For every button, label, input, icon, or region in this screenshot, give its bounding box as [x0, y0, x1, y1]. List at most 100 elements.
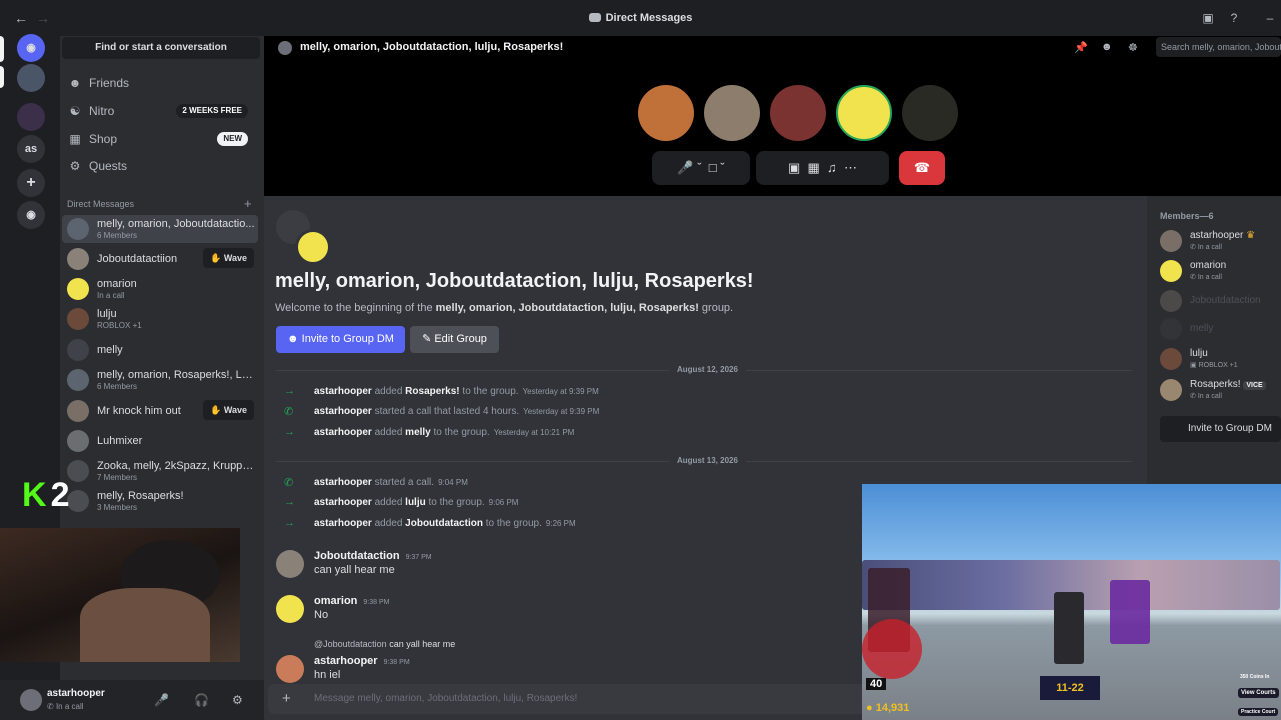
member-list-icon[interactable]: ☸ — [1128, 41, 1138, 54]
game-side-text: 350 Coins In — [1240, 674, 1270, 680]
phone-icon: ✆ — [1190, 274, 1198, 281]
coin-icon: ● — [866, 702, 876, 714]
member-item[interactable]: melly — [1158, 315, 1281, 343]
practice-court-button[interactable]: Practice Court — [1238, 708, 1279, 716]
member-item[interactable]: Rosaperks! VICE ✆ In a call — [1158, 376, 1281, 404]
member-item[interactable]: lulju ▣ ROBLOX +1 — [1158, 345, 1281, 373]
disconnect-button[interactable]: ☎ — [899, 151, 945, 185]
dm-item[interactable]: melly, omarion, Rosaperks!, Luh... 6 Mem… — [62, 366, 258, 394]
dm-item[interactable]: Mr knock him out ✋ Wave — [62, 397, 258, 425]
avatar — [67, 400, 89, 422]
search-input[interactable]: Search melly, omarion, Jobout — [1156, 37, 1281, 57]
add-friends-icon[interactable]: ☻ — [1101, 41, 1113, 53]
discover-icon[interactable]: ◉ — [17, 201, 45, 229]
avatar[interactable] — [276, 655, 304, 683]
inbox-icon[interactable]: ▣ — [1201, 11, 1215, 25]
avatar[interactable] — [276, 595, 304, 623]
game-coins: ● 14,931 — [866, 702, 910, 714]
member-item[interactable]: astarhooper ♛ ✆ In a call — [1158, 227, 1281, 255]
game-character — [1110, 580, 1150, 644]
dm-item[interactable]: Luhmixer — [62, 427, 258, 455]
game-character — [1054, 592, 1084, 664]
reply-reference[interactable]: @Joboutdataction can yall hear me — [314, 639, 455, 649]
server-icon[interactable] — [17, 103, 45, 131]
dm-item[interactable]: melly — [62, 336, 258, 364]
member-item[interactable]: Joboutdataction — [1158, 287, 1281, 315]
selected-pill — [0, 36, 4, 62]
avatar — [1160, 260, 1182, 282]
dm-item[interactable]: Joboutdatactiion ✋ Wave — [62, 245, 258, 273]
participant-avatar[interactable] — [638, 85, 694, 141]
microphone-icon[interactable]: 🎤 — [154, 693, 169, 707]
pencil-icon: ✎ — [422, 333, 435, 345]
mic-and-camera-controls[interactable]: 🎤 ˇ □ ˇ — [652, 151, 750, 185]
activity-controls[interactable]: ▣ ▦ ♫ ⋯ — [756, 151, 889, 185]
more-icon[interactable]: ⋯ — [844, 160, 857, 175]
avatar — [67, 248, 89, 270]
server-icon[interactable] — [17, 64, 45, 92]
wave-icon: ✋ — [210, 405, 224, 415]
dm-item[interactable]: omarion In a call — [62, 275, 258, 303]
soundboard-icon[interactable]: ♫ — [827, 160, 837, 175]
dm-item[interactable]: melly, omarion, Joboutdatactio... 6 Memb… — [62, 215, 258, 243]
avatar — [67, 430, 89, 452]
participant-avatar[interactable] — [704, 85, 760, 141]
dm-section-header: Direct Messages — [67, 199, 135, 209]
participant-avatar[interactable] — [770, 85, 826, 141]
find-conversation-button[interactable]: Find or start a conversation — [62, 37, 260, 59]
avatar — [67, 369, 89, 391]
quests-icon: ⚙ — [69, 159, 81, 173]
window-title: Direct Messages — [0, 12, 1281, 24]
camera-off-icon[interactable]: □ — [709, 160, 717, 175]
create-dm-icon[interactable]: + — [244, 196, 252, 211]
headphones-icon[interactable]: 🎧 — [194, 693, 209, 707]
edit-group-button[interactable]: ✎ Edit Group — [410, 326, 499, 353]
add-server-icon[interactable]: + — [17, 169, 45, 197]
invite-to-group-button[interactable]: ☻ Invite to Group DM — [276, 326, 405, 353]
crown-icon: ♛ — [1246, 230, 1256, 241]
invite-to-group-side-button[interactable]: Invite to Group DM — [1160, 416, 1281, 442]
dm-item[interactable]: melly, Rosaperks! 3 Members — [62, 487, 258, 515]
nav-shop[interactable]: ▦ Shop NEW — [62, 126, 258, 152]
nav-nitro[interactable]: ☯ Nitro 2 WEEKS FREE — [62, 98, 258, 124]
channel-name: melly, omarion, Joboutdataction, lulju, … — [300, 41, 564, 53]
dm-item[interactable]: lulju ROBLOX +1 — [62, 305, 258, 333]
minimize-icon[interactable]: – — [1263, 11, 1277, 25]
dm-icon — [588, 13, 601, 22]
game-wave: 11-22 — [1040, 676, 1100, 700]
participant-avatar[interactable] — [902, 85, 958, 141]
activities-icon[interactable]: ▦ — [808, 160, 820, 175]
friends-icon: ☻ — [68, 76, 82, 90]
phone-icon: ✆ — [1190, 244, 1198, 251]
nav-quests[interactable]: ⚙ Quests — [62, 153, 258, 179]
nav-friends[interactable]: ☻ Friends — [62, 70, 258, 96]
message-input[interactable]: Message melly, omarion, Joboutdataction,… — [314, 693, 577, 704]
screen-share-icon[interactable]: ▣ — [788, 160, 800, 175]
dm-item[interactable]: Zooka, melly, 2kSpazz, Krupptel... 7 Mem… — [62, 457, 258, 485]
arrow-icon: → — [284, 517, 295, 529]
wave-button[interactable]: ✋ Wave — [203, 248, 254, 268]
settings-gear-icon[interactable]: ⚙ — [232, 693, 243, 707]
avatar[interactable] — [276, 550, 304, 578]
user-avatar[interactable] — [20, 689, 42, 711]
channel-header: melly, omarion, Joboutdataction, lulju, … — [264, 36, 1281, 60]
view-courts-button[interactable]: View Courts — [1238, 688, 1279, 698]
chat-message: omarion 9:38 PM No — [276, 593, 836, 629]
members-header: Members—6 — [1160, 211, 1214, 221]
pin-icon[interactable]: 📌 — [1074, 41, 1088, 54]
wave-button[interactable]: ✋ Wave — [203, 400, 254, 420]
help-icon[interactable]: ? — [1227, 11, 1241, 25]
attach-plus-icon[interactable]: + — [282, 690, 291, 707]
microphone-icon[interactable]: 🎤 — [677, 160, 693, 175]
discord-home-icon[interactable]: ◉ — [17, 34, 45, 62]
phone-icon: ✆ — [1190, 393, 1198, 400]
game-effect — [862, 619, 922, 679]
member-item[interactable]: omarion ✆ In a call — [1158, 257, 1281, 285]
gamepad-icon: ▣ — [1190, 362, 1199, 369]
welcome-text: Welcome to the beginning of the melly, o… — [275, 302, 734, 314]
user-status: ✆ In a call — [47, 702, 84, 711]
avatar — [1160, 230, 1182, 252]
server-as-icon[interactable]: as — [17, 135, 45, 163]
avatar — [67, 490, 89, 512]
participant-avatar-speaking[interactable] — [836, 85, 892, 141]
